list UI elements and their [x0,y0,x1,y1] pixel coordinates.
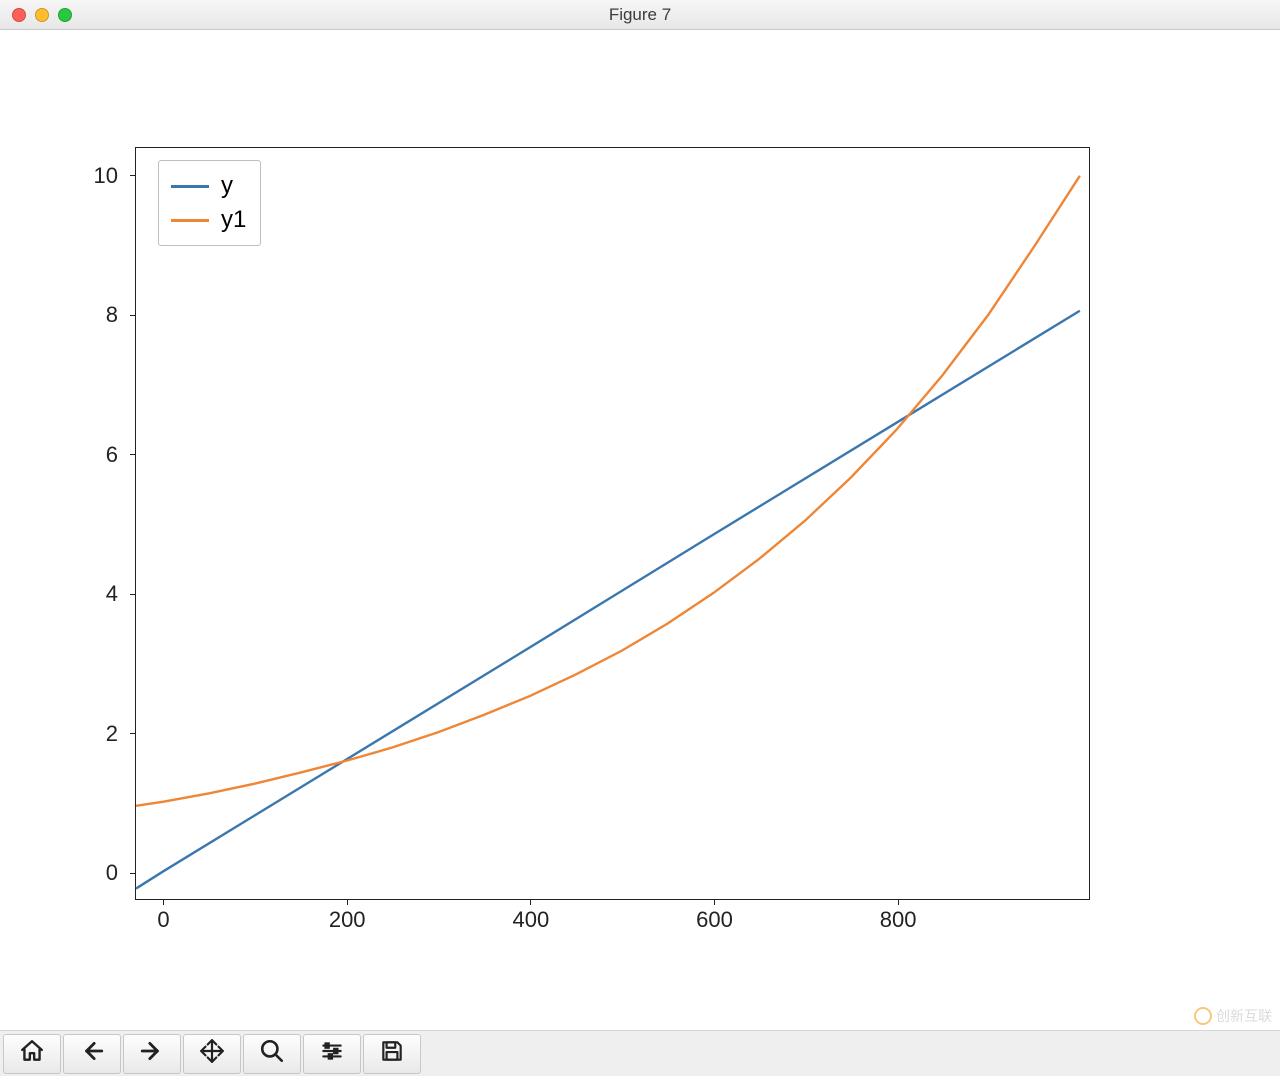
ytick-label: 2 [106,721,118,747]
move-icon [199,1038,225,1069]
window-titlebar: Figure 7 [0,0,1280,30]
legend-swatch [171,185,209,188]
plot-svg [136,148,1089,899]
arrow-right-icon [139,1038,165,1069]
save-button[interactable] [363,1034,421,1074]
axes-frame: y y1 02004006008000246810 [135,147,1090,900]
zoom-window-button[interactable] [58,8,72,22]
series-y1 [136,176,1080,806]
configure-button[interactable] [303,1034,361,1074]
ytick [130,594,136,595]
ytick [130,733,136,734]
ytick-label: 10 [94,163,118,189]
xtick-label: 200 [329,907,366,933]
watermark: 创新互联 [1194,1006,1272,1026]
arrow-left-icon [79,1038,105,1069]
xtick [530,899,531,905]
legend-swatch [171,219,209,222]
ytick [130,315,136,316]
legend: y y1 [158,160,261,246]
forward-button[interactable] [123,1034,181,1074]
home-icon [19,1038,45,1069]
legend-label: y1 [221,206,246,234]
magnifier-icon [259,1038,285,1069]
ytick [130,454,136,455]
close-window-button[interactable] [12,8,26,22]
window-title: Figure 7 [0,5,1280,25]
ytick-label: 4 [106,581,118,607]
legend-label: y [221,172,233,200]
matplotlib-toolbar [0,1030,1280,1076]
window-controls [12,8,72,22]
ytick-label: 8 [106,302,118,328]
sliders-icon [319,1038,345,1069]
pan-button[interactable] [183,1034,241,1074]
xtick [347,899,348,905]
ytick-label: 0 [106,860,118,886]
legend-entry: y [171,169,246,203]
xtick-label: 600 [696,907,733,933]
ytick-label: 6 [106,442,118,468]
watermark-logo-icon [1194,1007,1212,1025]
xtick-label: 0 [157,907,169,933]
save-icon [379,1038,405,1069]
back-button[interactable] [63,1034,121,1074]
legend-entry: y1 [171,203,246,237]
zoom-button[interactable] [243,1034,301,1074]
watermark-text: 创新互联 [1216,1006,1272,1026]
xtick-label: 400 [512,907,549,933]
ytick [130,175,136,176]
xtick [898,899,899,905]
minimize-window-button[interactable] [35,8,49,22]
figure-canvas[interactable]: y y1 02004006008000246810 创新互联 [0,30,1280,1030]
xtick-label: 800 [880,907,917,933]
home-button[interactable] [3,1034,61,1074]
series-y [136,311,1080,889]
ytick [130,873,136,874]
xtick [714,899,715,905]
xtick [163,899,164,905]
